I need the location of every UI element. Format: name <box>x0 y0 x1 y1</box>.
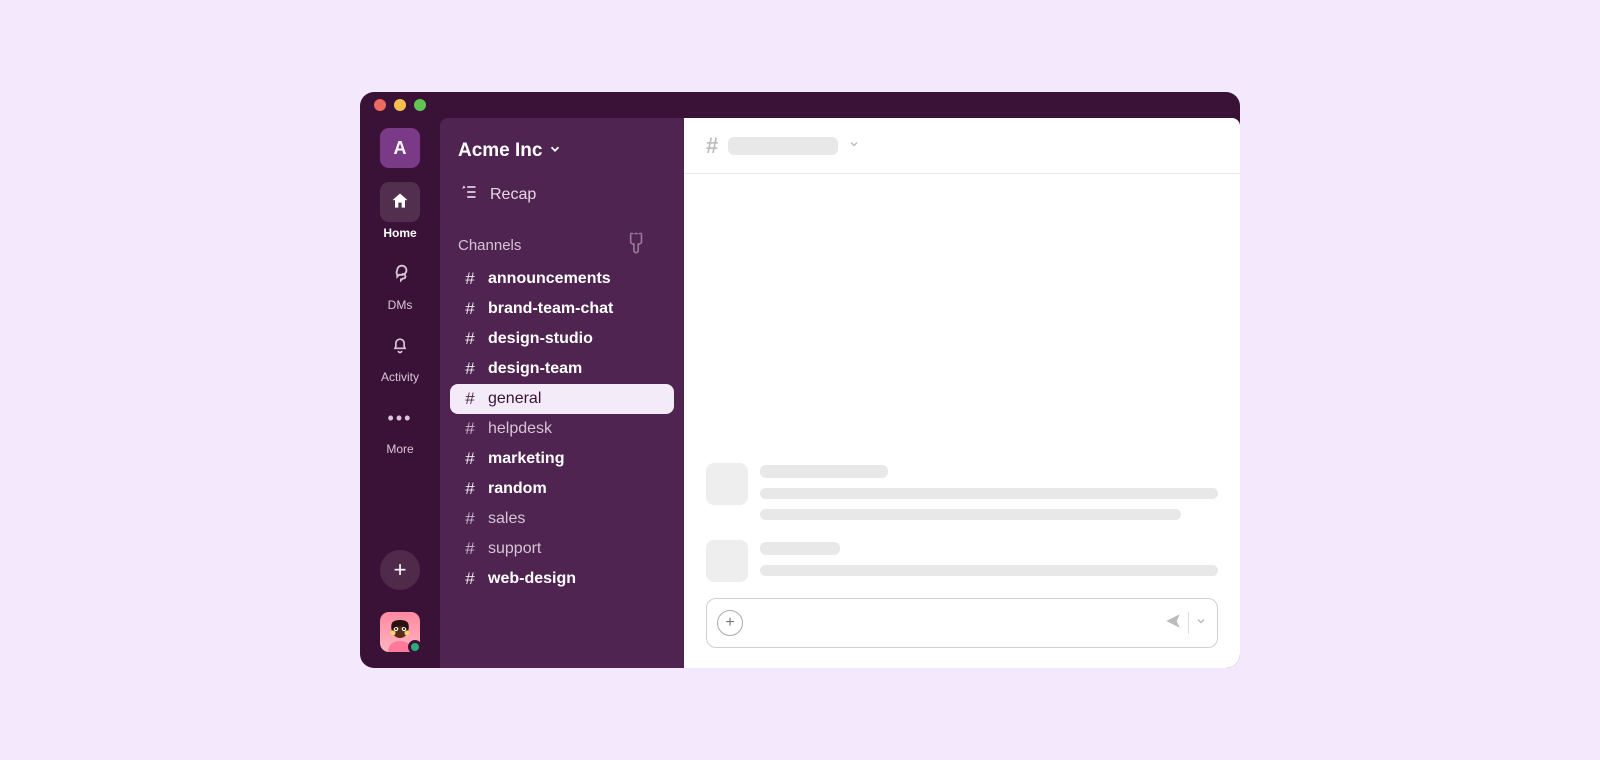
presence-indicator <box>408 640 422 654</box>
rail-item-home[interactable]: Home <box>360 182 440 240</box>
hash-icon: # <box>462 299 478 319</box>
minimize-icon[interactable] <box>394 99 406 111</box>
message-composer[interactable]: + <box>706 598 1218 648</box>
titlebar <box>360 92 1240 118</box>
text-placeholder <box>760 542 840 555</box>
send-button[interactable] <box>1164 612 1207 635</box>
chevron-down-icon <box>1195 614 1207 632</box>
hash-icon: # <box>462 449 478 469</box>
channel-design-team[interactable]: # design-team <box>440 354 684 384</box>
rail-item-label: DMs <box>388 298 413 312</box>
rail-item-label: More <box>386 442 413 456</box>
text-placeholder <box>760 565 1218 576</box>
maximize-icon[interactable] <box>414 99 426 111</box>
channel-name: general <box>488 390 541 408</box>
recap-icon <box>458 182 478 207</box>
user-avatar[interactable] <box>380 612 420 652</box>
main-pane: # <box>684 118 1240 668</box>
hash-icon: # <box>706 133 718 159</box>
channel-random[interactable]: # random <box>440 474 684 504</box>
hash-icon: # <box>462 389 478 409</box>
hash-icon: # <box>462 479 478 499</box>
channel-name: brand-team-chat <box>488 300 613 318</box>
avatar-placeholder <box>706 540 748 582</box>
hash-icon: # <box>462 569 478 589</box>
hash-icon: # <box>462 359 478 379</box>
channel-name: announcements <box>488 270 611 288</box>
channel-brand-team-chat[interactable]: # brand-team-chat <box>440 294 684 324</box>
text-placeholder <box>760 488 1218 499</box>
workspace-tile[interactable]: A <box>380 128 420 168</box>
channel-design-studio[interactable]: # design-studio <box>440 324 684 354</box>
rail-item-activity[interactable]: Activity <box>360 326 440 384</box>
message-list <box>684 174 1240 594</box>
channel-web-design[interactable]: # web-design <box>440 564 684 594</box>
chevron-down-icon <box>848 138 860 153</box>
plus-icon: + <box>394 557 407 583</box>
more-icon: ••• <box>388 408 413 429</box>
channel-name: random <box>488 480 547 498</box>
workspace-name: Acme Inc <box>458 140 542 162</box>
bell-icon <box>390 335 410 358</box>
channels-header-label: Channels <box>458 237 521 254</box>
cursor-icon <box>622 231 648 261</box>
attach-button[interactable]: + <box>717 610 743 636</box>
channel-support[interactable]: # support <box>440 534 684 564</box>
channel-name: design-studio <box>488 330 593 348</box>
channel-name: sales <box>488 510 525 528</box>
plus-icon: + <box>725 614 734 632</box>
dms-icon <box>389 262 411 287</box>
channel-marketing[interactable]: # marketing <box>440 444 684 474</box>
rail-item-label: Activity <box>381 370 419 384</box>
hash-icon: # <box>462 509 478 529</box>
workspace-switcher[interactable]: Acme Inc <box>440 130 684 176</box>
divider <box>1188 612 1189 634</box>
channel-name: marketing <box>488 450 564 468</box>
channel-name: support <box>488 540 541 558</box>
close-icon[interactable] <box>374 99 386 111</box>
channel-sales[interactable]: # sales <box>440 504 684 534</box>
sidebar: Acme Inc Recap Channels <box>440 118 684 668</box>
channel-helpdesk[interactable]: # helpdesk <box>440 414 684 444</box>
channels-header[interactable]: Channels <box>440 213 684 264</box>
channel-name: web-design <box>488 570 576 588</box>
left-rail: A Home DMs <box>360 118 440 668</box>
home-icon <box>390 191 410 214</box>
send-icon <box>1164 612 1182 635</box>
rail-item-dms[interactable]: DMs <box>360 254 440 312</box>
channel-general[interactable]: # general <box>450 384 674 414</box>
hash-icon: # <box>462 539 478 559</box>
app-window: A Home DMs <box>360 92 1240 668</box>
rail-item-more[interactable]: ••• More <box>360 398 440 456</box>
channel-announcements[interactable]: # announcements <box>440 264 684 294</box>
channel-header[interactable]: # <box>684 118 1240 174</box>
rail-item-label: Home <box>383 226 416 240</box>
recap-button[interactable]: Recap <box>440 176 684 213</box>
hash-icon: # <box>462 269 478 289</box>
channel-name: helpdesk <box>488 420 552 438</box>
chevron-down-icon <box>548 140 562 162</box>
channel-name-placeholder <box>728 137 838 155</box>
channel-name: design-team <box>488 360 582 378</box>
recap-label: Recap <box>490 186 536 204</box>
message-placeholder <box>706 540 1218 582</box>
channel-list: # announcements # brand-team-chat # design-st… <box>440 264 684 594</box>
hash-icon: # <box>462 329 478 349</box>
message-placeholder <box>706 463 1218 520</box>
text-placeholder <box>760 509 1181 520</box>
hash-icon: # <box>462 419 478 439</box>
app-body: A Home DMs <box>360 118 1240 668</box>
avatar-placeholder <box>706 463 748 505</box>
create-button[interactable]: + <box>380 550 420 590</box>
text-placeholder <box>760 465 888 478</box>
